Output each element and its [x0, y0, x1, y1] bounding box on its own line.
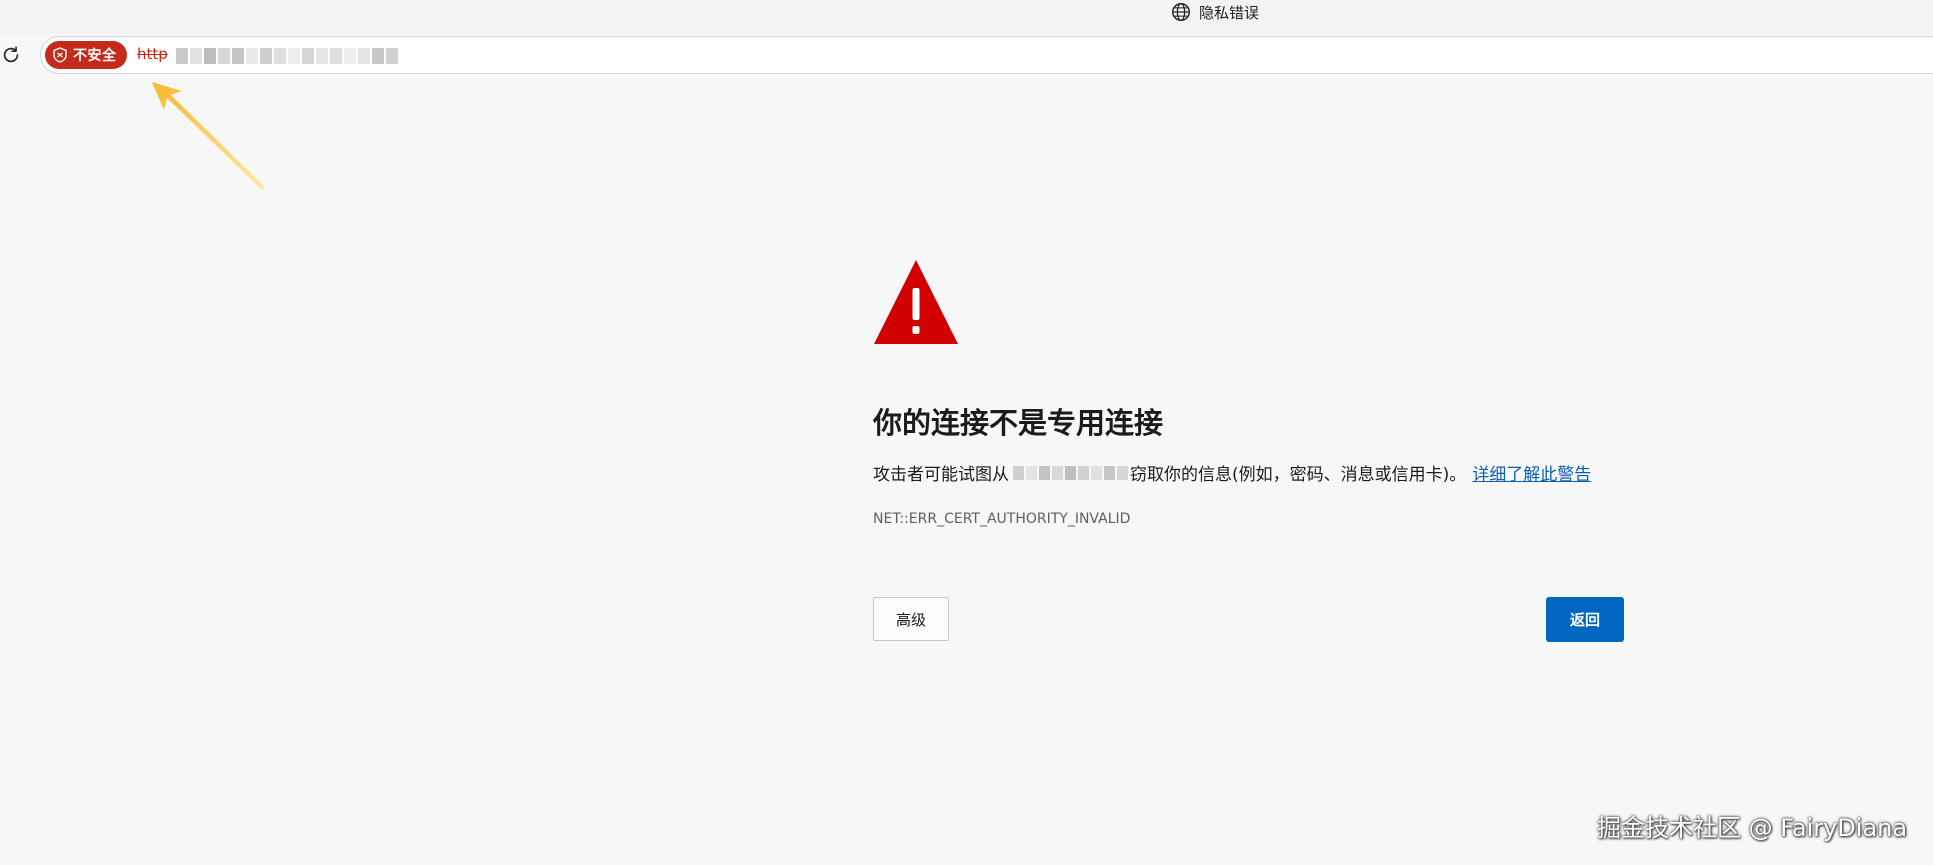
not-secure-badge[interactable]: 不安全: [45, 41, 127, 69]
refresh-icon[interactable]: [0, 44, 22, 66]
watermark: 掘金技术社区 @ FairyDiana: [1597, 814, 1908, 842]
description-prefix: 攻击者可能试图从: [873, 465, 1009, 485]
warning-triangle-icon: [874, 260, 958, 344]
advanced-button[interactable]: 高级: [873, 597, 949, 641]
back-button[interactable]: 返回: [1546, 597, 1624, 642]
tab-title: 隐私错误: [1199, 3, 1260, 22]
learn-more-link[interactable]: 详细了解此警告: [1472, 460, 1591, 485]
host-redacted: [1013, 465, 1128, 480]
shield-icon: [53, 47, 67, 63]
toolbar: 不安全 http: [0, 34, 1933, 78]
not-secure-label: 不安全: [73, 48, 117, 64]
page-title: 你的连接不是专用连接: [873, 406, 1164, 440]
annotation-arrow-icon: [152, 82, 265, 190]
tab-strip: 隐私错误: [0, 0, 1933, 34]
url-redacted: [176, 48, 398, 64]
error-description: 攻击者可能试图从 窃取你的信息(例如，密码、消息或信用卡)。 详细了解此警告: [873, 460, 1591, 485]
error-code: NET::ERR_CERT_AUTHORITY_INVALID: [873, 511, 1131, 527]
address-bar[interactable]: 不安全 http: [40, 36, 1933, 74]
globe-icon: [1172, 3, 1190, 21]
active-tab[interactable]: 隐私错误: [1170, 0, 1259, 24]
description-suffix: 窃取你的信息(例如，密码、消息或信用卡)。: [1130, 465, 1467, 485]
url-text[interactable]: http: [137, 45, 168, 63]
browser-window: 隐私错误 不安全 http 你的连接不是专用连接 攻击者可能试图从 窃取你的信息…: [0, 0, 1933, 865]
